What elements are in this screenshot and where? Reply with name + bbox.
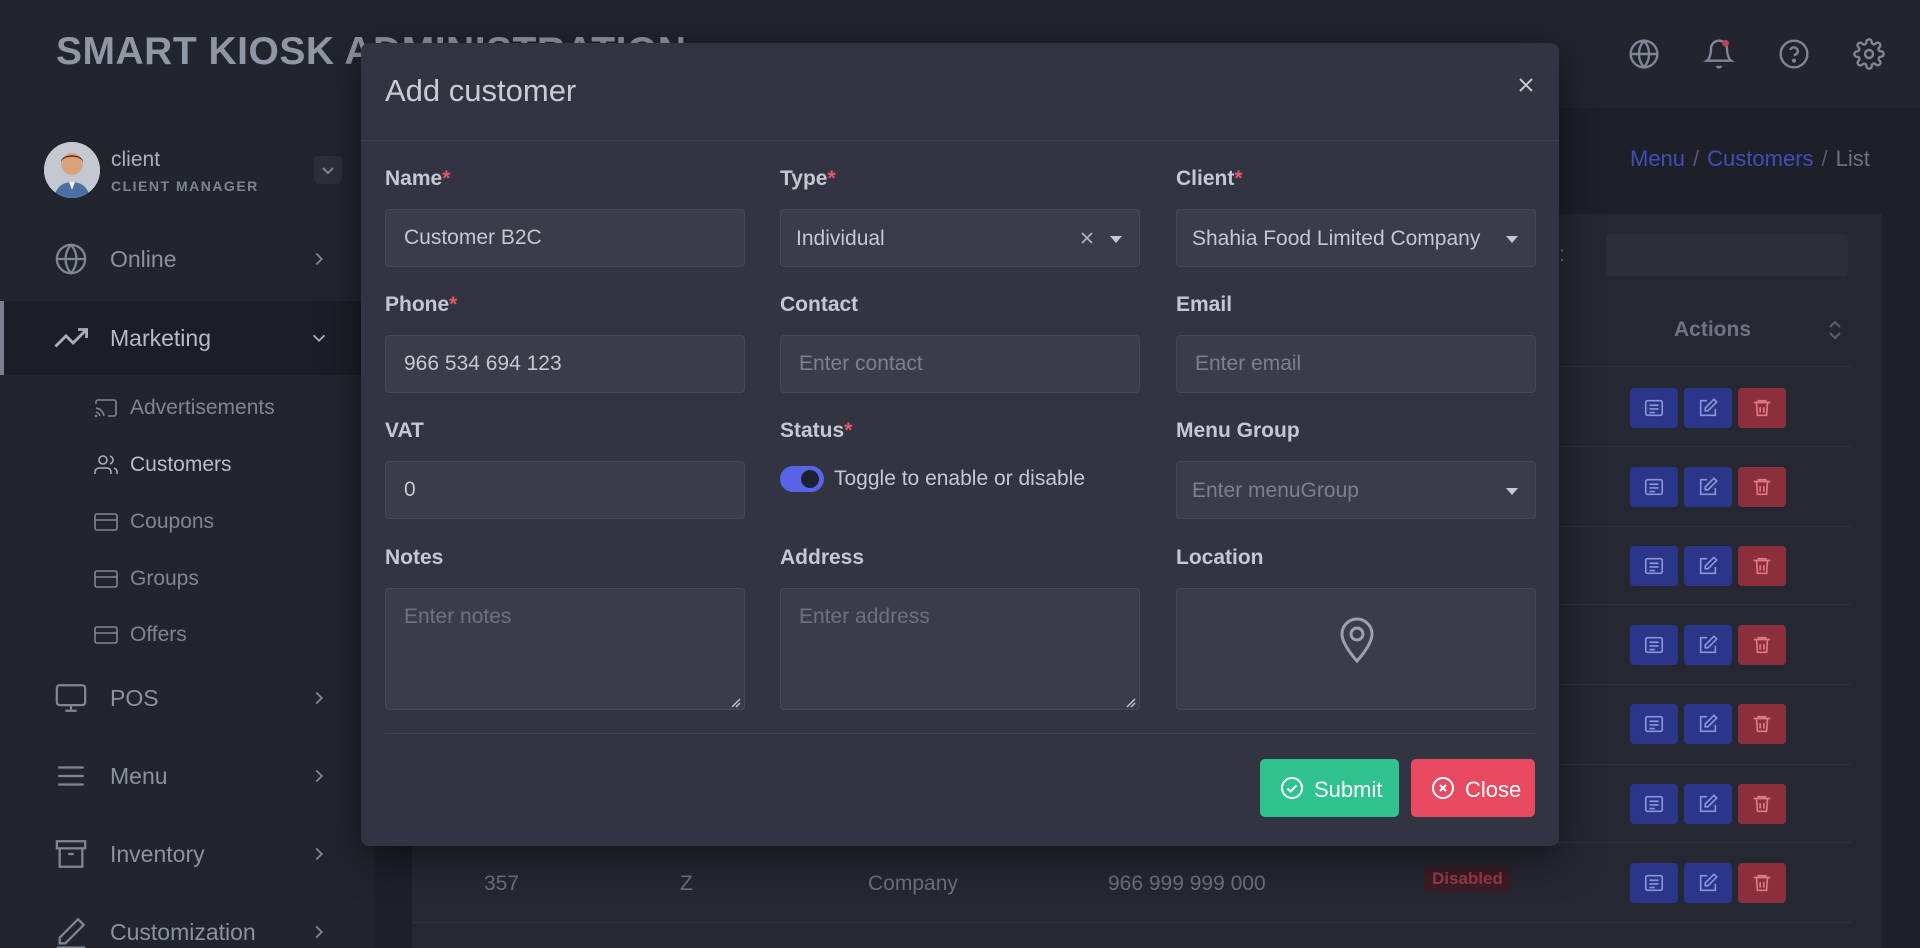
caret-down-icon (1503, 230, 1521, 248)
type-label-text: Type (780, 167, 828, 190)
resize-handle-icon[interactable] (1124, 695, 1136, 708)
menu-group-select[interactable]: Enter menuGroup (1176, 461, 1536, 519)
phone-label: Phone* (385, 293, 457, 317)
location-picker[interactable] (1176, 588, 1536, 710)
map-pin-icon (1338, 616, 1376, 664)
required-mark: * (827, 167, 836, 190)
modal-footer-divider (385, 733, 1535, 734)
clear-icon[interactable] (1077, 228, 1097, 248)
toggle-knob (801, 470, 819, 488)
phone-input[interactable] (385, 335, 745, 393)
name-input[interactable] (385, 209, 745, 267)
required-mark: * (442, 167, 451, 190)
email-input[interactable] (1176, 335, 1536, 393)
required-mark: * (449, 293, 458, 316)
type-select-value: Individual (796, 227, 885, 250)
caret-down-icon (1107, 230, 1125, 248)
type-select[interactable]: Individual (780, 209, 1140, 267)
menu-group-label: Menu Group (1176, 419, 1300, 442)
status-label: Status* (780, 419, 852, 443)
vat-input[interactable] (385, 461, 745, 519)
close-icon[interactable] (1514, 73, 1538, 97)
location-label: Location (1176, 546, 1264, 569)
check-circle-icon (1280, 776, 1304, 800)
contact-input[interactable] (780, 335, 1140, 393)
address-textarea[interactable] (780, 588, 1140, 710)
notes-textarea[interactable] (385, 588, 745, 710)
email-label: Email (1176, 293, 1233, 316)
type-label: Type* (780, 167, 836, 191)
submit-button[interactable]: Submit (1260, 759, 1399, 817)
address-label: Address (780, 546, 865, 569)
add-customer-modal: Add customer Name* Type* Individual Clie… (361, 43, 1559, 846)
close-button-label: Close (1465, 777, 1522, 802)
client-select-value: Shahia Food Limited Company (1192, 227, 1481, 250)
client-label-text: Client (1176, 167, 1235, 190)
name-label: Name* (385, 167, 450, 191)
x-circle-icon (1431, 776, 1455, 800)
vat-label: VAT (385, 419, 424, 442)
resize-handle-icon[interactable] (729, 695, 741, 708)
required-mark: * (844, 419, 853, 442)
contact-label: Contact (780, 293, 859, 316)
client-select[interactable]: Shahia Food Limited Company (1176, 209, 1536, 267)
status-label-text: Status (780, 419, 845, 442)
status-toggle[interactable] (780, 466, 824, 492)
modal-title: Add customer (385, 73, 577, 108)
phone-label-text: Phone (385, 293, 450, 316)
client-label: Client* (1176, 167, 1243, 191)
caret-down-icon (1503, 482, 1521, 500)
status-toggle-label: Toggle to enable or disable (834, 467, 1086, 490)
menu-group-placeholder: Enter menuGroup (1192, 479, 1359, 502)
modal-header: Add customer (361, 43, 1559, 141)
name-label-text: Name (385, 167, 443, 190)
submit-button-label: Submit (1314, 777, 1383, 802)
notes-label: Notes (385, 546, 444, 569)
close-button[interactable]: Close (1411, 759, 1535, 817)
required-mark: * (1234, 167, 1243, 190)
